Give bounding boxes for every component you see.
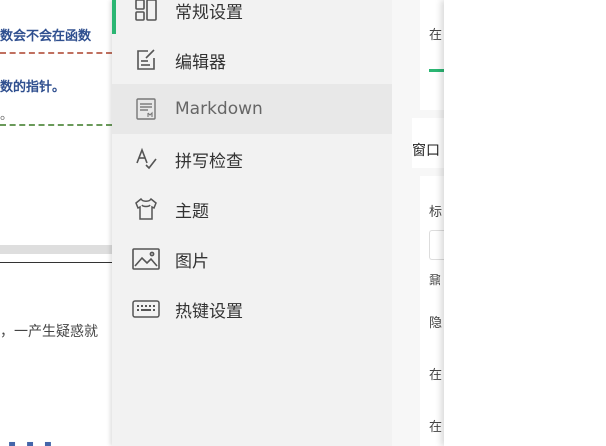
overlay-panel bbox=[444, 0, 606, 446]
doc-horizontal-scrollbar[interactable] bbox=[0, 245, 112, 254]
markdown-icon bbox=[132, 95, 160, 123]
image-icon bbox=[132, 245, 160, 273]
doc-line-1: 数会不会在函数 bbox=[0, 29, 92, 44]
doc-horizontal-rule bbox=[0, 262, 112, 263]
sidebar-item-label: 主题 bbox=[175, 201, 209, 222]
setting-label-2: 鼐 bbox=[429, 273, 442, 287]
sidebar-item-label: Markdown bbox=[175, 99, 263, 119]
setting-label-top: 在 bbox=[429, 28, 443, 43]
setting-label-5: 在 bbox=[429, 420, 443, 435]
doc-divider-dashed-green bbox=[0, 124, 112, 126]
sidebar-item-label: 常规设置 bbox=[175, 2, 243, 23]
tshirt-icon bbox=[132, 195, 160, 223]
toggle-track-active[interactable] bbox=[429, 69, 444, 72]
setting-label-title: 标 bbox=[429, 205, 443, 220]
spellcheck-icon bbox=[132, 145, 160, 173]
setting-label-4: 在 bbox=[429, 368, 443, 383]
settings-card-top bbox=[420, 0, 444, 110]
sidebar-item-label: 编辑器 bbox=[175, 52, 226, 73]
title-input[interactable] bbox=[429, 230, 444, 260]
section-title-window: 窗口 bbox=[412, 143, 440, 159]
setting-label-hide: 隐 bbox=[429, 316, 443, 331]
sidebar-item-theme[interactable]: 主题 bbox=[112, 184, 392, 234]
sidebar-item-label: 图片 bbox=[175, 251, 209, 272]
doc-line-4: ，一产生疑惑就 bbox=[0, 324, 98, 340]
sidebar-item-spellcheck[interactable]: 拼写检查 bbox=[112, 134, 392, 184]
sidebar-item-markdown[interactable]: Markdown bbox=[112, 84, 392, 134]
sidebar-item-general[interactable]: 常规设置 bbox=[112, 0, 392, 35]
sidebar-item-label: 拼写检查 bbox=[175, 151, 243, 172]
preferences-sidebar: 常规设置 编辑器 Markdown 拼写检查 主题 图片 热键设置 bbox=[112, 0, 392, 446]
document-background: 数会不会在函数 数的指针。 。 ，一产生疑惑就 ▪ ▪ ▪ bbox=[0, 0, 112, 446]
content-gutter bbox=[392, 0, 412, 446]
sidebar-item-keybindings[interactable]: 热键设置 bbox=[112, 284, 392, 334]
doc-line-2: 数的指针。 bbox=[0, 80, 66, 95]
keyboard-icon bbox=[132, 295, 160, 323]
sidebar-item-image[interactable]: 图片 bbox=[112, 234, 392, 284]
doc-bottom-text: ▪ ▪ ▪ bbox=[8, 437, 56, 446]
sidebar-item-editor[interactable]: 编辑器 bbox=[112, 35, 392, 85]
doc-divider-dashed bbox=[0, 52, 112, 54]
layout-icon bbox=[132, 0, 160, 24]
sidebar-item-label: 热键设置 bbox=[175, 301, 243, 322]
doc-line-3: 。 bbox=[0, 108, 14, 123]
edit-icon bbox=[132, 46, 160, 74]
